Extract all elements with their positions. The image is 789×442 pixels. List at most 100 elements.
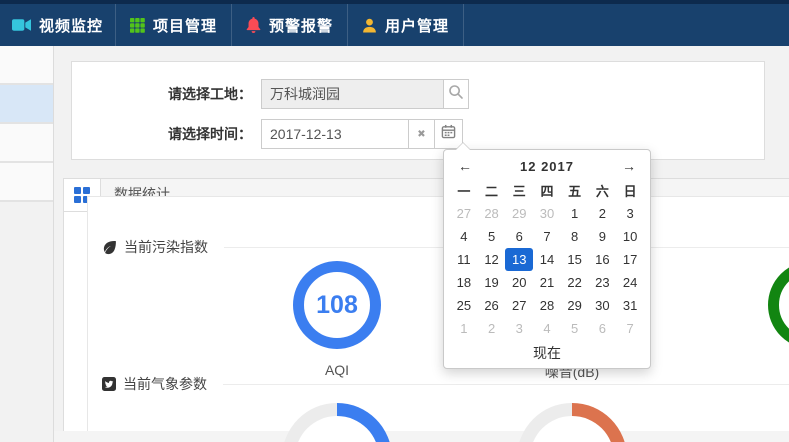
calendar-day[interactable]: 27 xyxy=(450,202,478,225)
calendar-day[interactable]: 30 xyxy=(533,202,561,225)
calendar-day[interactable]: 24 xyxy=(616,271,644,294)
calendar-day[interactable]: 1 xyxy=(450,317,478,340)
calendar-weekday: 五 xyxy=(561,178,589,202)
calendar-day[interactable]: 21 xyxy=(533,271,561,294)
calendar-day[interactable]: 30 xyxy=(589,294,617,317)
time-clear-button[interactable]: ✖ xyxy=(408,119,435,149)
calendar-weekday: 一 xyxy=(450,178,478,202)
site-search-button[interactable] xyxy=(443,79,469,109)
calendar-day[interactable]: 22 xyxy=(561,271,589,294)
weather-gauge-2 xyxy=(492,403,652,442)
calendar-day[interactable]: 23 xyxy=(589,271,617,294)
datepicker-prev-button[interactable]: ← xyxy=(450,158,488,174)
site-input[interactable] xyxy=(261,79,444,109)
sidebar-item-2[interactable] xyxy=(0,85,53,124)
calendar-day[interactable]: 20 xyxy=(505,271,533,294)
calendar-weekday: 日 xyxy=(616,178,644,202)
nav-item-label: 项目管理 xyxy=(153,15,217,36)
calendar-icon xyxy=(441,124,456,144)
calendar-day[interactable]: 7 xyxy=(533,225,561,248)
calendar-day[interactable]: 4 xyxy=(450,225,478,248)
calendar-day[interactable]: 14 xyxy=(533,248,561,271)
gauges-box: 当前污染指数 108AQI噪音(dB)PM2.5 当前气象参数 xyxy=(87,196,789,442)
nav-item-label: 视频监控 xyxy=(39,15,103,36)
stats-section: 数据统计 当前污染指数 108AQI噪音(dB)PM2.5 当前气象参数 xyxy=(63,178,789,442)
app: 视频监控 项目管理 预警报警 用户管理 请选择工地： 请选择时间： ✖ xyxy=(0,0,789,442)
time-label: 请选择时间： xyxy=(72,119,252,149)
calendar-day[interactable]: 28 xyxy=(478,202,506,225)
calendar-day[interactable]: 3 xyxy=(505,317,533,340)
nav-item-project-management[interactable]: 项目管理 xyxy=(116,4,232,46)
calendar-day[interactable]: 31 xyxy=(616,294,644,317)
nav-item-warning-alarm[interactable]: 预警报警 xyxy=(232,4,348,46)
next-section-edge xyxy=(54,431,789,442)
gauge-ring: 108 xyxy=(293,261,381,349)
calendar-weekday: 四 xyxy=(533,178,561,202)
nav-item-user-management[interactable]: 用户管理 xyxy=(348,4,464,46)
calendar-day[interactable]: 16 xyxy=(589,248,617,271)
calendar-table: 一二三四五六日 27282930123456789101112131415161… xyxy=(450,178,644,340)
datepicker-popup: ← 12 2017 → 一二三四五六日 27282930123456789101… xyxy=(443,149,651,369)
search-icon xyxy=(448,84,464,105)
calendar-day-selected[interactable]: 13 xyxy=(505,248,533,271)
datepicker-next-button[interactable]: → xyxy=(606,158,644,174)
calendar-weekday: 二 xyxy=(478,178,506,202)
calendar-day[interactable]: 28 xyxy=(533,294,561,317)
gauge-ring xyxy=(282,403,392,442)
calendar-day[interactable]: 29 xyxy=(505,202,533,225)
calendar-day[interactable]: 10 xyxy=(616,225,644,248)
calendar-day[interactable]: 3 xyxy=(616,202,644,225)
gauge-ring xyxy=(517,403,627,442)
gauge-ring xyxy=(768,261,789,349)
calendar-day[interactable]: 26 xyxy=(478,294,506,317)
gauge-value: 108 xyxy=(316,291,358,320)
calendar-day[interactable]: 2 xyxy=(478,317,506,340)
calendar-day[interactable]: 11 xyxy=(450,248,478,271)
calendar-day[interactable]: 1 xyxy=(561,202,589,225)
filter-panel: 请选择工地： 请选择时间： ✖ xyxy=(71,61,765,160)
calendar-day[interactable]: 19 xyxy=(478,271,506,294)
calendar-day[interactable]: 15 xyxy=(561,248,589,271)
nav-item-video-monitoring[interactable]: 视频监控 xyxy=(0,4,116,46)
clear-icon: ✖ xyxy=(417,129,425,140)
video-icon xyxy=(12,18,31,32)
top-navbar: 视频监控 项目管理 预警报警 用户管理 xyxy=(0,0,789,46)
time-input[interactable] xyxy=(261,119,409,149)
calendar-day[interactable]: 7 xyxy=(616,317,644,340)
calendar-day[interactable]: 4 xyxy=(533,317,561,340)
nav-item-label: 预警报警 xyxy=(269,15,333,36)
calendar-day[interactable]: 6 xyxy=(505,225,533,248)
pollution-title-row: 当前污染指数 xyxy=(88,237,789,257)
sidebar-item-3[interactable] xyxy=(0,124,53,163)
grid-icon xyxy=(130,18,145,33)
nav-item-label: 用户管理 xyxy=(385,15,449,36)
calendar-day[interactable]: 17 xyxy=(616,248,644,271)
user-icon xyxy=(362,18,377,33)
leaf-icon xyxy=(102,240,117,255)
datepicker-title[interactable]: 12 2017 xyxy=(488,159,606,174)
calendar-day[interactable]: 8 xyxy=(561,225,589,248)
calendar-day[interactable]: 12 xyxy=(478,248,506,271)
weather-title: 当前气象参数 xyxy=(123,374,207,394)
calendar-day[interactable]: 29 xyxy=(561,294,589,317)
gauge-pm25: PM2.5 xyxy=(742,261,789,378)
twitter-square-icon xyxy=(102,377,116,391)
calendar-day[interactable]: 5 xyxy=(561,317,589,340)
datepicker-today-button[interactable]: 现在 xyxy=(450,340,644,366)
calendar-day[interactable]: 5 xyxy=(478,225,506,248)
calendar-weekday: 六 xyxy=(589,178,617,202)
pollution-title: 当前污染指数 xyxy=(124,237,208,257)
calendar-weekday: 三 xyxy=(505,178,533,202)
calendar-day[interactable]: 18 xyxy=(450,271,478,294)
calendar-day[interactable]: 25 xyxy=(450,294,478,317)
sidebar-item-1[interactable] xyxy=(0,46,53,85)
calendar-day[interactable]: 27 xyxy=(505,294,533,317)
calendar-day[interactable]: 6 xyxy=(589,317,617,340)
calendar-day[interactable]: 9 xyxy=(589,225,617,248)
gauge-aqi: 108AQI xyxy=(267,261,407,378)
sidebar xyxy=(0,46,54,442)
sidebar-item-4[interactable] xyxy=(0,163,53,202)
calendar-day[interactable]: 2 xyxy=(589,202,617,225)
weather-title-row: 当前气象参数 xyxy=(88,374,789,394)
weather-gauge-1 xyxy=(257,403,417,442)
